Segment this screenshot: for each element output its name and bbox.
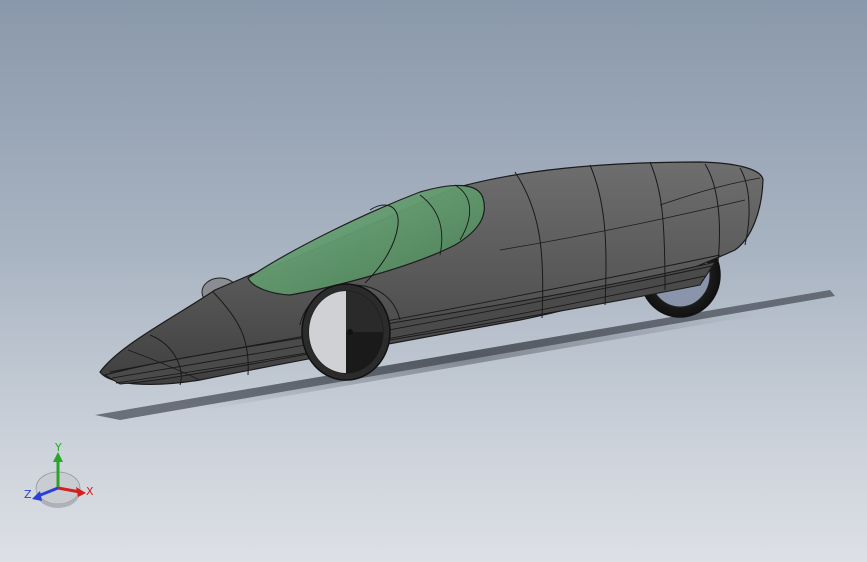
view-orientation-triad[interactable]: Y X Z	[18, 440, 108, 520]
cad-graphics-viewport[interactable]: Y X Z	[0, 0, 867, 562]
z-axis-label: Z	[24, 488, 32, 501]
x-axis-label: X	[86, 485, 94, 498]
vehicle-3d-model[interactable]	[0, 0, 867, 562]
front-wheel	[301, 283, 391, 381]
y-axis-label: Y	[54, 441, 62, 454]
